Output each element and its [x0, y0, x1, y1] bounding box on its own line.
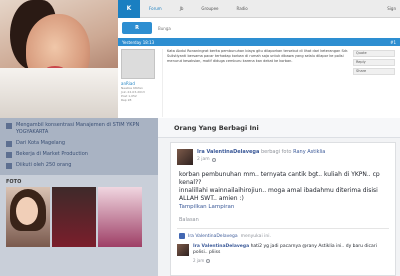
photo-thumbnail[interactable]: [52, 187, 96, 247]
story-line: korban pembunuhan mm.. ternyata cantik b…: [179, 171, 380, 186]
about-hometown: Dari Kota Magelang: [6, 140, 152, 147]
like-name-link[interactable]: Ira ValentinaDelavega: [188, 234, 238, 239]
victim-portrait-photo: [0, 0, 118, 118]
comment-author-link[interactable]: Ira ValentinaDelavega: [193, 244, 249, 249]
shared-story-card: Ira ValentinaDelavega berbagi foto Rany …: [170, 142, 396, 276]
post-date: Yesterday 18:13: [122, 39, 155, 45]
forum-badge: R: [122, 22, 152, 34]
post-number[interactable]: #1: [390, 40, 396, 45]
forum-page: K Forum Jb Groupee Radio Sign R Bunga Ye…: [118, 0, 400, 120]
story-timestamp[interactable]: 2 jam: [197, 156, 325, 163]
about-followers: Diikuti oleh 250 orang: [6, 162, 152, 169]
forum-header: R Bunga: [118, 18, 400, 38]
globe-icon: [206, 258, 211, 263]
dialog-title: Orang Yang Berbagi Ini: [158, 118, 400, 138]
story-body: korban pembunuhan mm.. ternyata cantik b…: [171, 165, 395, 203]
reply-button[interactable]: Reply: [353, 59, 395, 66]
sign-in-link[interactable]: Sign: [387, 6, 400, 11]
about-section: Mengambil konsentrasi Manajemen di STIM …: [0, 118, 158, 175]
story-time-text: 2 jam: [197, 157, 210, 162]
nav-item-radio[interactable]: Radio: [228, 6, 257, 11]
story-target-link[interactable]: Rany Astiklia: [293, 149, 325, 155]
comment-text: Ira ValentinaDelavega hati2 yg jadi paca…: [193, 244, 389, 256]
about-work: Bekerja di Market Production: [6, 151, 152, 158]
about-work-text[interactable]: Bekerja di Market Production: [16, 151, 88, 158]
post-area: anRiad Newbie Ktbfan Join 22-03-2013 Pos…: [118, 46, 400, 120]
story-action-text: berbagi foto: [260, 149, 292, 155]
thumb-face: [16, 197, 38, 225]
story-title: Ira ValentinaDelavega berbagi foto Rany …: [197, 149, 325, 165]
like-text: menyukai ini.: [240, 233, 271, 239]
story-author-link[interactable]: Ira ValentinaDelavega: [197, 149, 259, 155]
nav-item-groupee[interactable]: Groupee: [192, 6, 227, 11]
post-user-panel: anRiad Newbie Ktbfan Join 22-03-2013 Pos…: [121, 49, 163, 117]
nav-item-jb[interactable]: Jb: [171, 6, 193, 11]
followers-icon: [6, 163, 12, 169]
comment: Ira ValentinaDelavega hati2 yg jadi paca…: [171, 239, 395, 256]
about-hometown-text[interactable]: Dari Kota Magelang: [16, 140, 65, 147]
about-followers-text[interactable]: Diikuti oleh 250 orang: [16, 162, 71, 169]
user-meta: Rep 28: [121, 98, 132, 102]
share-button[interactable]: Share: [353, 68, 395, 75]
comment-time-text: 2 jam: [193, 258, 205, 263]
nav-item-forum[interactable]: Forum: [140, 6, 171, 11]
portrait-sheet: [0, 68, 118, 118]
work-icon: [6, 152, 12, 158]
forum-logo[interactable]: K: [118, 0, 140, 18]
reply-link[interactable]: Balasan: [171, 211, 395, 223]
photo-thumbnail[interactable]: [6, 187, 50, 247]
like-summary: Ira ValentinaDelavega menyukai ini.: [171, 229, 395, 239]
post-header-bar: Yesterday 18:13 #1: [118, 38, 400, 46]
show-attachment-link[interactable]: Tampilkan Lampiran: [171, 203, 395, 211]
post-side-panel: Quote Reply Share: [351, 49, 397, 117]
photos-grid: [0, 187, 158, 247]
story-header: Ira ValentinaDelavega berbagi foto Rany …: [171, 143, 395, 165]
education-icon: [6, 123, 12, 129]
comment-timestamp[interactable]: 2 jam: [171, 256, 395, 263]
user-avatar[interactable]: [121, 49, 155, 79]
photo-thumbnail[interactable]: [98, 187, 142, 247]
photos-label[interactable]: FOTO: [0, 175, 158, 187]
globe-icon: [211, 157, 216, 162]
shares-dialog: Orang Yang Berbagi Ini Ira ValentinaDela…: [158, 118, 400, 276]
profile-sidebar: Mengambil konsentrasi Manajemen di STIM …: [0, 118, 158, 276]
commenter-avatar[interactable]: [177, 244, 189, 256]
author-avatar[interactable]: [177, 149, 193, 165]
breadcrumb[interactable]: Bunga: [158, 26, 171, 31]
story-line: innalillahi wainnailaihirojiun.. moga am…: [179, 187, 378, 202]
forum-navbar: K Forum Jb Groupee Radio Sign: [118, 0, 400, 18]
about-education-text[interactable]: Mengambil konsentrasi Manajemen di STIM …: [16, 122, 152, 136]
home-icon: [6, 141, 12, 147]
about-education: Mengambil konsentrasi Manajemen di STIM …: [6, 122, 152, 136]
screenshot-stage: K Forum Jb Groupee Radio Sign R Bunga Ye…: [0, 0, 400, 276]
like-icon: [179, 233, 185, 239]
quote-button[interactable]: Quote: [353, 50, 395, 57]
post-body-text: Kata Abdul Ronaningrat berita pembunuhan…: [167, 49, 349, 63]
